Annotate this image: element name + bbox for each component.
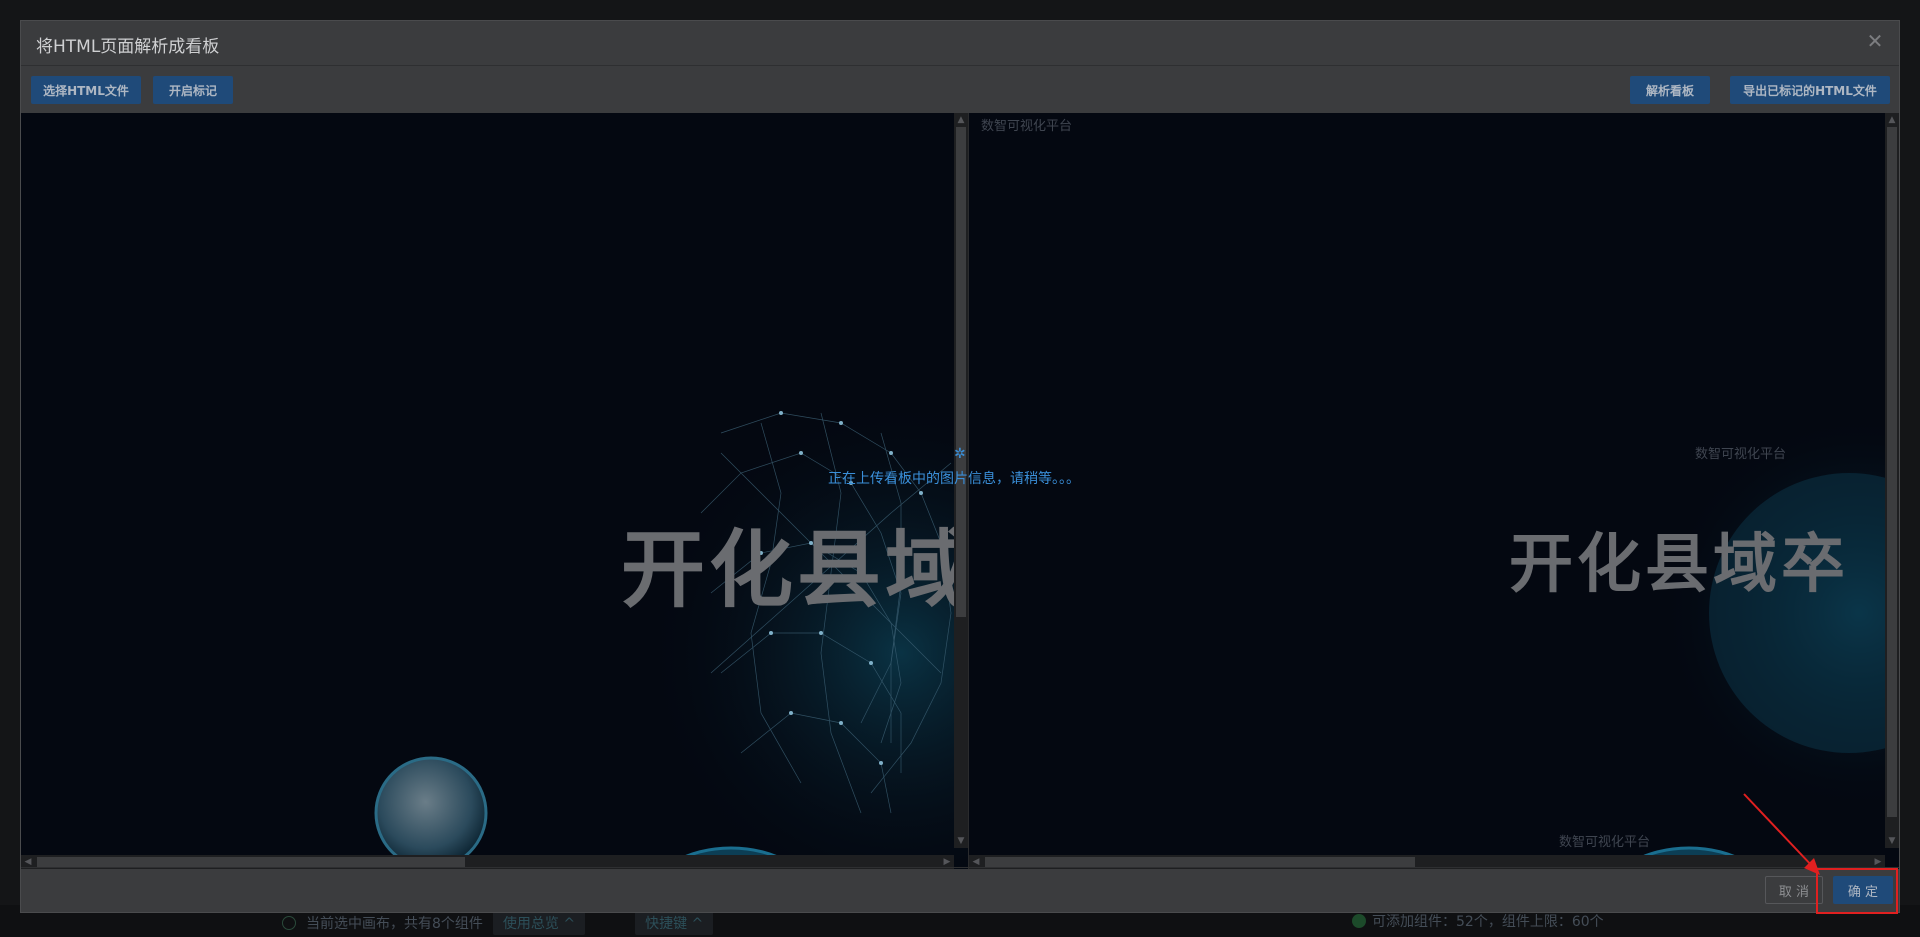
cancel-button[interactable]: 取 消 [1765,876,1823,904]
export-marked-html-button[interactable]: 导出已标记的HTML文件 [1730,76,1890,104]
scroll-down-arrow-icon[interactable]: ▼ [1885,834,1899,848]
capacity-text: 可添加组件：52个，组件上限：60个 [1372,914,1604,930]
scroll-down-arrow-icon[interactable]: ▼ [954,834,968,848]
select-html-file-button[interactable]: 选择HTML文件 [31,76,141,104]
dialog-header: 将HTML页面解析成看板 ✕ [21,21,1899,66]
panel-divider [968,113,969,869]
platform-label-middle: 数智可视化平台 [1695,447,1787,462]
preview-big-title: 开化县域卒 [1509,528,1849,602]
shortcuts-button[interactable]: 快捷键 ^ [635,911,714,935]
capacity-status: 可添加组件：52个，组件上限：60个 [1352,911,1604,931]
dialog-toolbar: 选择HTML文件 开启标记 解析看板 导出已标记的HTML文件 [21,67,1899,112]
info-icon [282,916,296,930]
parse-board-button[interactable]: 解析看板 [1630,76,1710,104]
loading-message: 正在上传看板中的图片信息，请稍等。。。 [828,471,1080,487]
scrollbar-thumb[interactable] [985,857,1415,867]
preview-big-title: 开化县域 [621,521,968,619]
scroll-up-arrow-icon[interactable]: ▲ [1885,113,1899,127]
board-preview-graphic [1619,413,1899,869]
scrollbar-thumb[interactable] [956,127,966,617]
platform-label-top: 数智可视化平台 [981,119,1073,134]
scrollbar-thumb[interactable] [1887,127,1897,817]
dialog-title: 将HTML页面解析成看板 [36,37,220,57]
board-preview-panel[interactable]: 数智可视化平台 数智可视化平台 开化县域卒 数智可视化平台 ▲ ▼ ◀ ▶ [969,113,1899,869]
loading-spinner-icon: ✲ [954,446,966,462]
html-preview-panel[interactable]: 开化县域 ▲ ▼ ◀ ▶ [21,113,968,869]
close-icon[interactable]: ✕ [1865,31,1885,51]
scrollbar-thumb[interactable] [37,857,465,867]
network-globe-graphic [374,393,968,869]
scroll-up-arrow-icon[interactable]: ▲ [954,113,968,127]
check-circle-icon [1352,914,1366,928]
platform-label-bottom: 数智可视化平台 [1559,835,1651,850]
parse-html-dialog: 将HTML页面解析成看板 ✕ 选择HTML文件 开启标记 解析看板 导出已标记的… [20,20,1900,913]
dialog-footer: 取 消 确 定 [21,867,1899,912]
start-mark-button[interactable]: 开启标记 [153,76,233,104]
canvas-status: 当前选中画布，共有8个组件 使用总览 ^ 快捷键 ^ [282,911,714,935]
canvas-info-text: 当前选中画布，共有8个组件 [306,916,483,932]
annotation-arrow-icon [1743,793,1820,875]
right-vertical-scrollbar[interactable]: ▲ ▼ [1885,113,1899,848]
use-overview-button[interactable]: 使用总览 ^ [492,911,586,935]
